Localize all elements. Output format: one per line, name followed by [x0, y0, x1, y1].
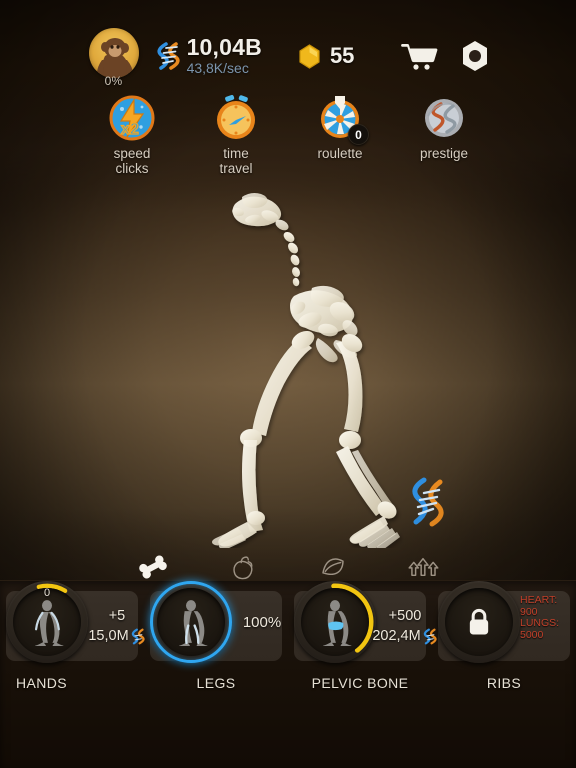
ring-inner — [157, 588, 225, 656]
legs-upgrade-button[interactable] — [150, 581, 232, 663]
ribs-requirements: HEART: 900 LUNGS: 5000 — [520, 594, 576, 641]
evolution-percent: 0% — [104, 74, 123, 88]
roulette-badge: 0 — [348, 124, 369, 145]
pelvic-bone-gain: +500 — [388, 607, 422, 624]
pelvic-bone-silhouette — [323, 600, 352, 646]
currency-bar: 0% 10,04B 43,8K/sec 55 — [0, 28, 576, 88]
hands-level: 0 — [43, 587, 51, 599]
powerup-bar: x2 speed clicks time travel 0 roulette p… — [0, 94, 576, 176]
powerup-speed-clicks[interactable]: x2 speed clicks — [94, 94, 170, 176]
legs-silhouette — [179, 600, 208, 646]
ribs-locked-button[interactable] — [438, 581, 520, 663]
body-parts-row: 0 +5 15,0M HANDS 100% LEGS +500 202,4M P… — [0, 581, 576, 699]
ring-inner — [301, 588, 369, 656]
speed-clicks-icon: x2 — [108, 94, 156, 142]
roulette-icon: 0 — [316, 94, 369, 145]
padlock-icon — [469, 608, 489, 635]
body-part-hands: 0 +5 15,0M HANDS — [0, 581, 145, 699]
powerup-roulette[interactable]: 0 roulette — [302, 94, 378, 176]
shopping-cart-icon[interactable] — [400, 41, 438, 71]
hex-nut-icon[interactable] — [460, 40, 490, 72]
gem-counter[interactable]: 55 — [296, 43, 354, 70]
ribs-label: RIBS — [486, 675, 522, 691]
hands-stats: +5 15,0M — [88, 595, 145, 657]
muscle-icon — [322, 558, 344, 575]
top-hud: 0% 10,04B 43,8K/sec 55 x2 speed clicks t… — [0, 0, 576, 178]
upgrade-arrows-icon — [408, 557, 439, 577]
body-part-ribs: HEART: 900 LUNGS: 5000 RIBS — [432, 581, 576, 699]
tab-muscles[interactable] — [311, 551, 356, 583]
hands-label: HANDS — [16, 675, 68, 691]
ribs-req-heart-label: HEART: — [520, 594, 558, 606]
ribs-req-lungs-value: 5000 — [520, 628, 544, 641]
tab-organs[interactable] — [221, 551, 266, 583]
body-parts-dock: 0 +5 15,0M HANDS 100% LEGS +500 202,4M P… — [0, 580, 576, 768]
pelvic-bone-upgrade-button[interactable] — [294, 581, 376, 663]
dna-amount: 10,04B — [186, 33, 262, 60]
legs-label: LEGS — [196, 675, 236, 691]
pelvic-bone-label: PELVIC BONE — [311, 675, 409, 691]
organ-icon — [233, 556, 253, 580]
powerup-label: prestige — [419, 146, 469, 161]
pelvic-bone-stats: +500 202,4M — [372, 595, 437, 657]
evolution-avatar[interactable]: 0% — [86, 28, 142, 88]
hands-silhouette — [35, 600, 64, 646]
hands-gain: +5 — [108, 607, 126, 624]
powerup-label: speed clicks — [113, 146, 151, 176]
dna-rate: 43,8K/sec — [186, 59, 249, 76]
evolution-avatar-image — [88, 28, 139, 78]
game-screen: 0% 10,04B 43,8K/sec 55 x2 speed clicks t… — [0, 0, 576, 768]
body-part-legs: 100% LEGS — [144, 581, 288, 699]
tab-bones[interactable] — [131, 551, 176, 583]
hands-cost-row: 15,0M — [88, 628, 145, 645]
ribs-req-lungs-label: LUNGS: — [520, 617, 560, 629]
legs-percent: 100% — [242, 613, 282, 631]
time-travel-icon — [212, 94, 260, 142]
gem-icon — [299, 43, 320, 69]
gem-amount: 55 — [329, 43, 355, 68]
ring-inner — [445, 588, 513, 656]
powerup-prestige[interactable]: prestige — [406, 94, 482, 176]
tab-upgrades[interactable] — [401, 551, 446, 583]
hands-upgrade-button[interactable]: 0 — [6, 581, 88, 663]
bone-icon — [139, 555, 167, 579]
dna-counter: 10,04B 43,8K/sec — [186, 33, 262, 77]
pelvic-bone-cost: 202,4M — [372, 628, 421, 644]
svg-text:x2: x2 — [121, 121, 139, 138]
powerup-time-travel[interactable]: time travel — [198, 94, 274, 176]
body-part-pelvic-bone: +500 202,4M PELVIC BONE — [288, 581, 437, 699]
powerup-label: roulette — [317, 146, 363, 161]
powerup-label: time travel — [219, 146, 253, 176]
dna-icon — [156, 42, 180, 70]
hands-cost: 15,0M — [88, 628, 129, 644]
prestige-icon — [420, 94, 468, 142]
pelvic-bone-cost-row: 202,4M — [372, 628, 437, 645]
